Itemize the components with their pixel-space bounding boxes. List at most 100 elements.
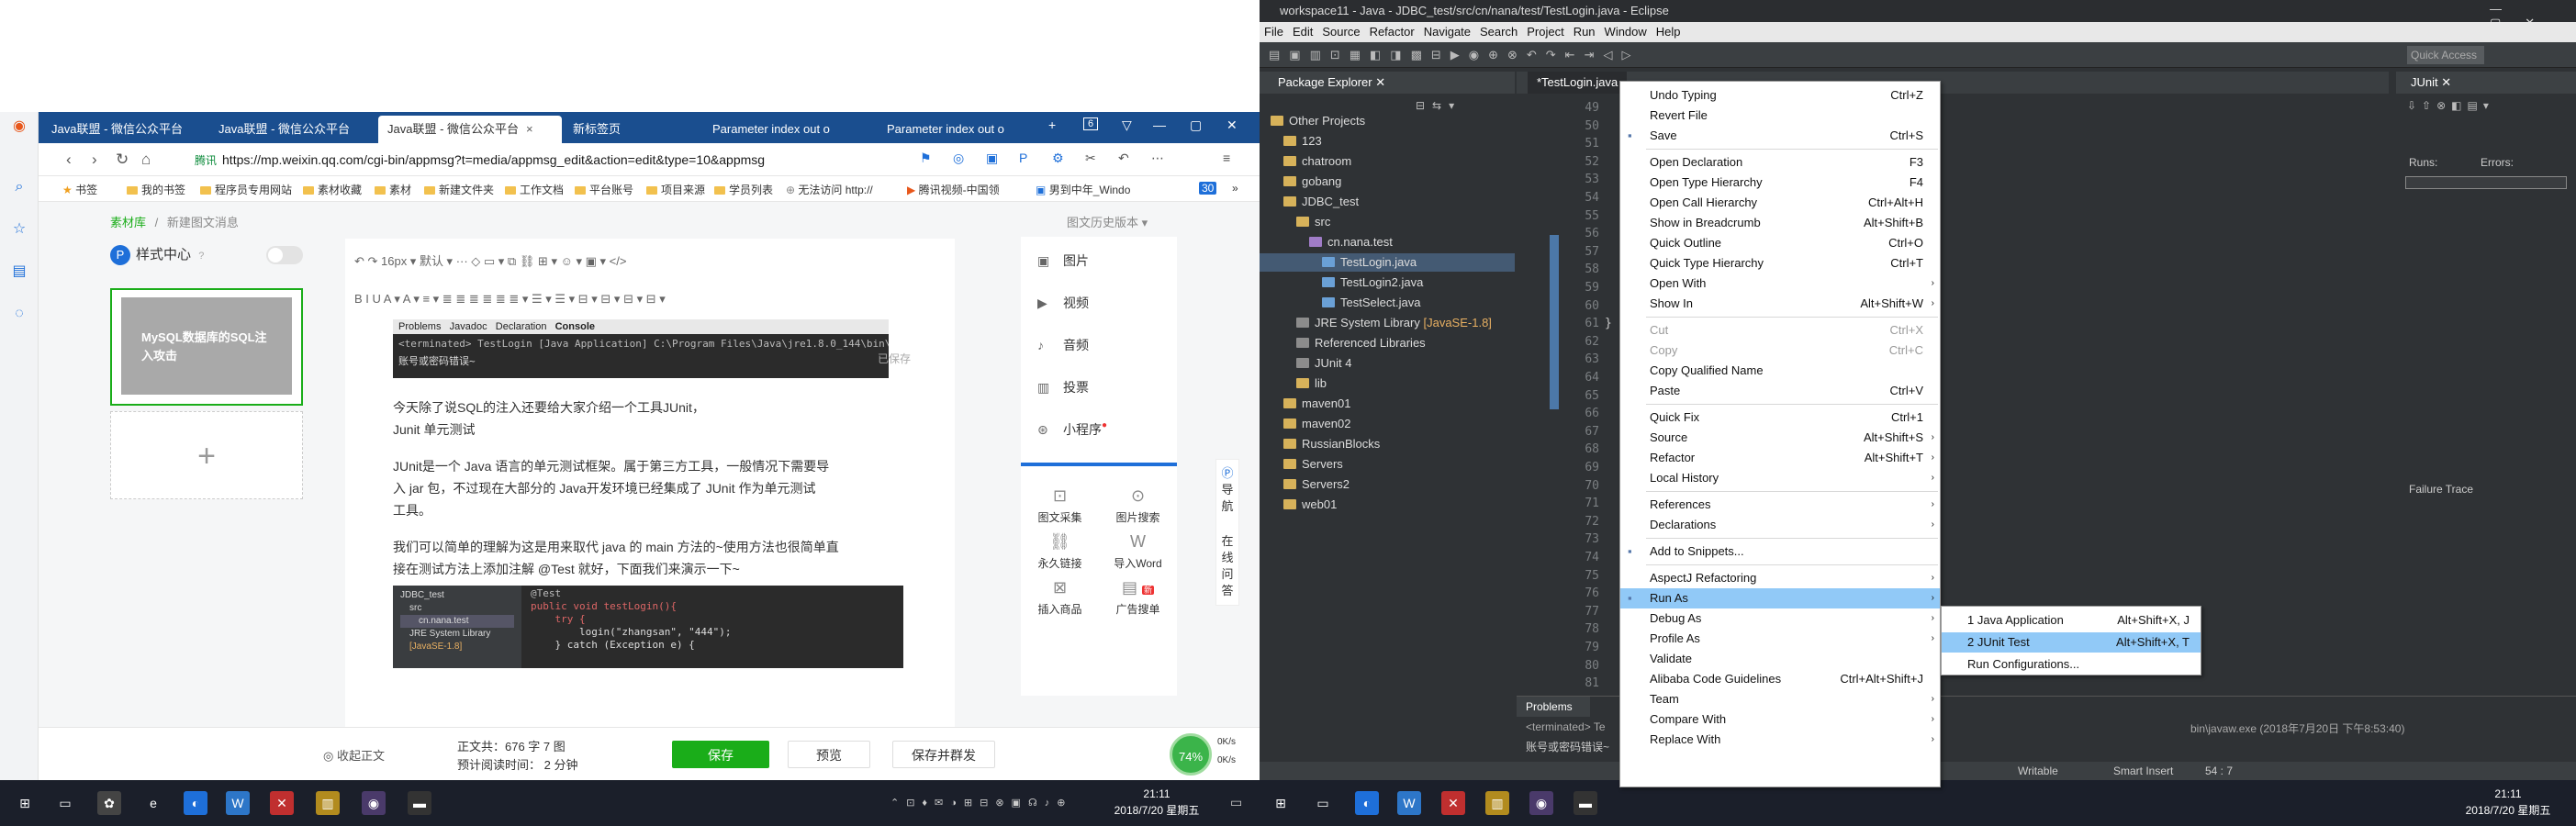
bookmark-item[interactable]: ▣ 男到中年_Windo <box>1036 182 1130 197</box>
bookmark-item[interactable]: 程序员专用网站 <box>200 182 292 197</box>
menu-item-open-declaration[interactable]: Open Declaration F3 <box>1620 152 1940 173</box>
menu-item-validate[interactable]: Validate <box>1620 649 1940 669</box>
junit-toolbar-icons[interactable]: ⇩⇧⊗◧▤▾ <box>2407 99 2494 112</box>
tree-item[interactable]: Referenced Libraries <box>1260 334 1426 352</box>
submenu-item-2-junit-test[interactable]: 2 JUnit Test Alt+Shift+X, T <box>1942 632 2201 653</box>
eclipse-icon[interactable]: ◉ <box>362 791 386 815</box>
bookmark-item[interactable]: 项目来源 <box>646 182 705 197</box>
tree-item[interactable]: Servers <box>1260 455 1343 474</box>
menu-item-paste[interactable]: Paste Ctrl+V <box>1620 381 1940 401</box>
bookmark-item[interactable]: ▶ 腾讯视频-中国领 <box>907 182 1000 197</box>
back-icon[interactable]: ‹ <box>66 151 72 169</box>
tree-item[interactable]: cn.nana.test <box>1260 233 1393 251</box>
menu-item-profile-as[interactable]: Profile As › <box>1620 629 1940 649</box>
toolbar-row-2[interactable]: B I U A ▾ A ▾ ≡ ▾ ≣ ≣ ≣ ≣ ≣ ≣ ▾ ☰ ▾ ☰ ▾ … <box>354 292 666 307</box>
tree-item[interactable]: web01 <box>1260 496 1337 514</box>
tray-icons[interactable]: ⌃⊡♦✉◑⊞⊟⊗▣☊♪⊕ <box>890 797 1072 809</box>
package-explorer-tab[interactable]: Package Explorer ✕ <box>1260 72 1515 94</box>
menu-item-save[interactable]: Save Ctrl+S ▪ <box>1620 126 1940 146</box>
window-close-icon[interactable]: ✕ <box>1226 117 1238 133</box>
menu-edit[interactable]: Edit <box>1293 25 1313 39</box>
grid-item[interactable]: ▤ 新广告搜单 <box>1099 578 1177 617</box>
toolbar-row-1[interactable]: ↶ ↷ 16px ▾ 默认 ▾ ··· ◇ ▭ ▾ ⧉ ⛓ ⊞ ▾ ☺ ▾ ▣ … <box>354 251 626 269</box>
tree-item[interactable]: src <box>1260 213 1330 231</box>
tree-item[interactable]: Other Projects <box>1260 112 1365 130</box>
save-button[interactable]: 保存 <box>672 741 769 768</box>
menu-project[interactable]: Project <box>1527 25 1563 39</box>
grid-item[interactable]: ⊠ 插入商品 <box>1021 578 1099 617</box>
close-icon[interactable]: ✕ <box>1375 75 1385 89</box>
bookmark-item[interactable]: ⊕ 无法访问 http:// <box>786 182 873 197</box>
clock[interactable]: 21:11 2018/7/20 星期五 <box>1102 786 1212 819</box>
bookmark-item[interactable]: 工作文档 <box>505 182 564 197</box>
tree-item[interactable]: TestLogin.java <box>1260 253 1515 272</box>
tree-item[interactable]: 123 <box>1260 132 1322 151</box>
insert-image[interactable]: ▣ 图片 <box>1037 251 1089 270</box>
menu-item-quick-outline[interactable]: Quick Outline Ctrl+O <box>1620 233 1940 253</box>
cmd-icon[interactable]: ▬ <box>1574 791 1597 815</box>
bookmark-item[interactable]: 学员列表 <box>714 182 773 197</box>
paragraph[interactable]: 今天除了说SQL的注入还要给大家介绍一个工具JUnit， <box>393 396 907 419</box>
bookmark-item[interactable]: 素材收藏 <box>303 182 362 197</box>
insert-video[interactable]: ▶ 视频 <box>1037 294 1089 312</box>
submenu-item-1-java-application[interactable]: 1 Java Application Alt+Shift+X, J <box>1942 610 2201 631</box>
menu-item-quick-fix[interactable]: Quick Fix Ctrl+1 <box>1620 407 1940 428</box>
paragraph[interactable]: Junit 单元测试 <box>393 419 907 441</box>
insert-miniprogram[interactable]: ⊛ 小程序● <box>1037 420 1107 439</box>
help-icon[interactable]: ? <box>198 251 204 262</box>
qq-browser-icon[interactable]: ◐ <box>1355 791 1379 815</box>
more-icon[interactable]: ⋯ <box>1151 151 1164 166</box>
console-tab[interactable]: Problems <box>1517 697 1590 717</box>
menu-item-cut[interactable]: Cut Ctrl+X <box>1620 320 1940 340</box>
tree-item[interactable]: maven01 <box>1260 395 1350 413</box>
menu-item-refactor[interactable]: Refactor Alt+Shift+T › <box>1620 448 1940 468</box>
menu-item-undo-typing[interactable]: Undo Typing Ctrl+Z <box>1620 85 1940 106</box>
tree-item[interactable]: TestSelect.java <box>1260 294 1420 312</box>
bookmark-more-icon[interactable]: » <box>1232 182 1238 195</box>
bookmark-item[interactable]: 素材 <box>375 182 411 197</box>
clock[interactable]: 21:11 2018/7/20 星期五 <box>2453 786 2563 819</box>
task-view-icon[interactable]: ▭ <box>1311 791 1335 815</box>
add-article-button[interactable]: + <box>110 411 303 499</box>
menu-item-copy-qualified-name[interactable]: Copy Qualified Name <box>1620 361 1940 381</box>
insert-vote[interactable]: ▥ 投票 <box>1037 378 1089 396</box>
xmind-icon[interactable]: ✕ <box>1441 791 1465 815</box>
menu-search[interactable]: Search <box>1480 25 1518 39</box>
editor-tab[interactable]: *TestLogin.java <box>1528 72 1628 94</box>
tab-2[interactable]: Java联盟 - 微信公众平台 <box>209 116 376 143</box>
menu-item-run-as[interactable]: Run As › ▪ <box>1620 588 1940 608</box>
windows-start-icon[interactable]: ⊞ <box>13 791 37 815</box>
tree-item[interactable]: maven02 <box>1260 415 1350 433</box>
minimize-icon[interactable]: — <box>1153 117 1166 132</box>
tree-item[interactable]: chatroom <box>1260 152 1351 171</box>
menu-icon[interactable]: ≡ <box>1223 151 1230 165</box>
tab-6[interactable]: Parameter index out o <box>878 116 1039 143</box>
scissors-icon[interactable]: ✂ <box>1085 151 1096 166</box>
notifications-icon[interactable]: ▭ <box>1230 795 1242 810</box>
app2-icon[interactable]: ▥ <box>1485 791 1509 815</box>
menu-window[interactable]: Window <box>1605 25 1647 39</box>
url-field[interactable]: 腾讯 https://mp.weixin.qq.com/cgi-bin/appms… <box>195 149 892 171</box>
menu-item-alibaba-code-guidelines[interactable]: Alibaba Code Guidelines Ctrl+Alt+Shift+J <box>1620 669 1940 689</box>
windows-start-icon[interactable]: ⊞ <box>1269 791 1293 815</box>
tab-5[interactable]: Parameter index out o <box>703 116 876 143</box>
submenu-item-run-configurations[interactable]: Run Configurations... <box>1942 654 2201 675</box>
qq-browser-icon[interactable]: ◐ <box>184 791 207 815</box>
tree-item[interactable]: JRE System Library [JavaSE-1.8] <box>1260 314 1492 332</box>
tree-item[interactable]: gobang <box>1260 173 1341 191</box>
cmd-icon[interactable]: ▬ <box>408 791 431 815</box>
menu-item-local-history[interactable]: Local History › <box>1620 468 1940 488</box>
new-tab-icon[interactable]: + <box>1048 117 1056 132</box>
quick-access-field[interactable]: Quick Access <box>2407 46 2484 64</box>
history-link[interactable]: 图文历史版本 ▾ <box>1067 213 1148 230</box>
menu-source[interactable]: Source <box>1322 25 1360 39</box>
eclipse-icon[interactable]: ◉ <box>1529 791 1553 815</box>
tab-count[interactable]: 6 <box>1083 117 1099 130</box>
menu-help[interactable]: Help <box>1656 25 1681 39</box>
menu-item-show-in-breadcrumb[interactable]: Show in Breadcrumb Alt+Shift+B <box>1620 213 1940 233</box>
menu-item-copy[interactable]: Copy Ctrl+C <box>1620 340 1940 361</box>
breadcrumb-lib[interactable]: 素材库 <box>110 216 146 229</box>
collapse-link[interactable]: ◎ 收起正文 <box>323 746 385 764</box>
ie-icon[interactable]: e <box>141 791 165 815</box>
paragraph[interactable]: 我们可以简单的理解为这是用来取代 java 的 main 方法的~使用方法也很简… <box>393 536 907 558</box>
